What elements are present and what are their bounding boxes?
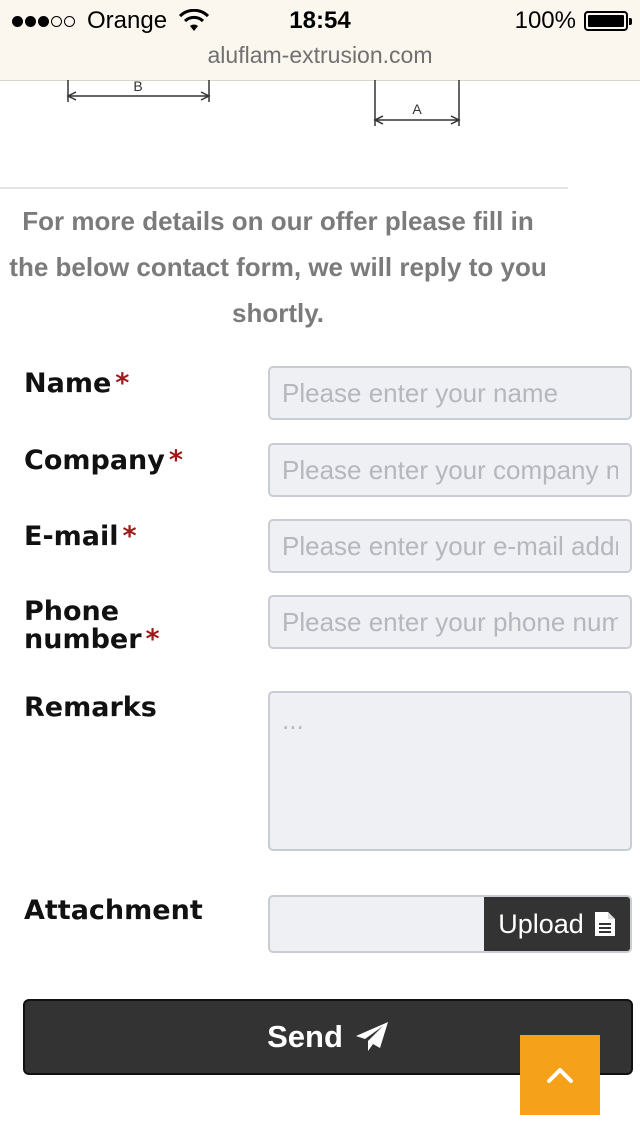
name-label: Name * xyxy=(24,368,130,399)
required-mark: * xyxy=(168,445,183,476)
back-to-top-button[interactable] xyxy=(520,1035,600,1115)
name-input[interactable] xyxy=(268,366,632,420)
phone-label: Phone number * xyxy=(24,596,160,655)
dimension-b-label: B xyxy=(133,80,142,94)
required-mark: * xyxy=(145,624,160,655)
attachment-label: Attachment xyxy=(24,895,203,926)
dimension-drawing: B A xyxy=(0,80,640,140)
status-right: 100% xyxy=(514,6,632,36)
required-mark: * xyxy=(122,521,137,552)
battery-icon xyxy=(584,11,632,31)
dimension-a-label: A xyxy=(412,101,422,117)
company-label: Company * xyxy=(24,445,183,476)
upload-button[interactable]: Upload xyxy=(484,897,630,951)
chevron-up-icon xyxy=(547,1068,573,1083)
status-bar: Orange 18:54 100% aluflam-extrusion.com xyxy=(0,0,640,81)
url-bar[interactable]: aluflam-extrusion.com xyxy=(0,40,640,70)
required-mark: * xyxy=(115,368,130,399)
phone-input[interactable] xyxy=(268,595,632,649)
battery-percent: 100% xyxy=(514,7,576,34)
email-input[interactable] xyxy=(268,519,632,573)
upload-button-label: Upload xyxy=(498,908,584,939)
document-icon xyxy=(594,912,615,936)
remarks-textarea[interactable] xyxy=(268,691,632,851)
form-intro-text: For more details on our offer please fil… xyxy=(9,206,547,328)
section-divider xyxy=(0,187,568,189)
company-input[interactable] xyxy=(268,443,632,497)
attachment-field[interactable]: Upload xyxy=(268,895,632,953)
email-label: E-mail * xyxy=(24,521,137,552)
remarks-label: Remarks xyxy=(24,692,157,723)
send-button-label: Send xyxy=(267,1019,343,1054)
paper-plane-icon xyxy=(355,1022,388,1051)
